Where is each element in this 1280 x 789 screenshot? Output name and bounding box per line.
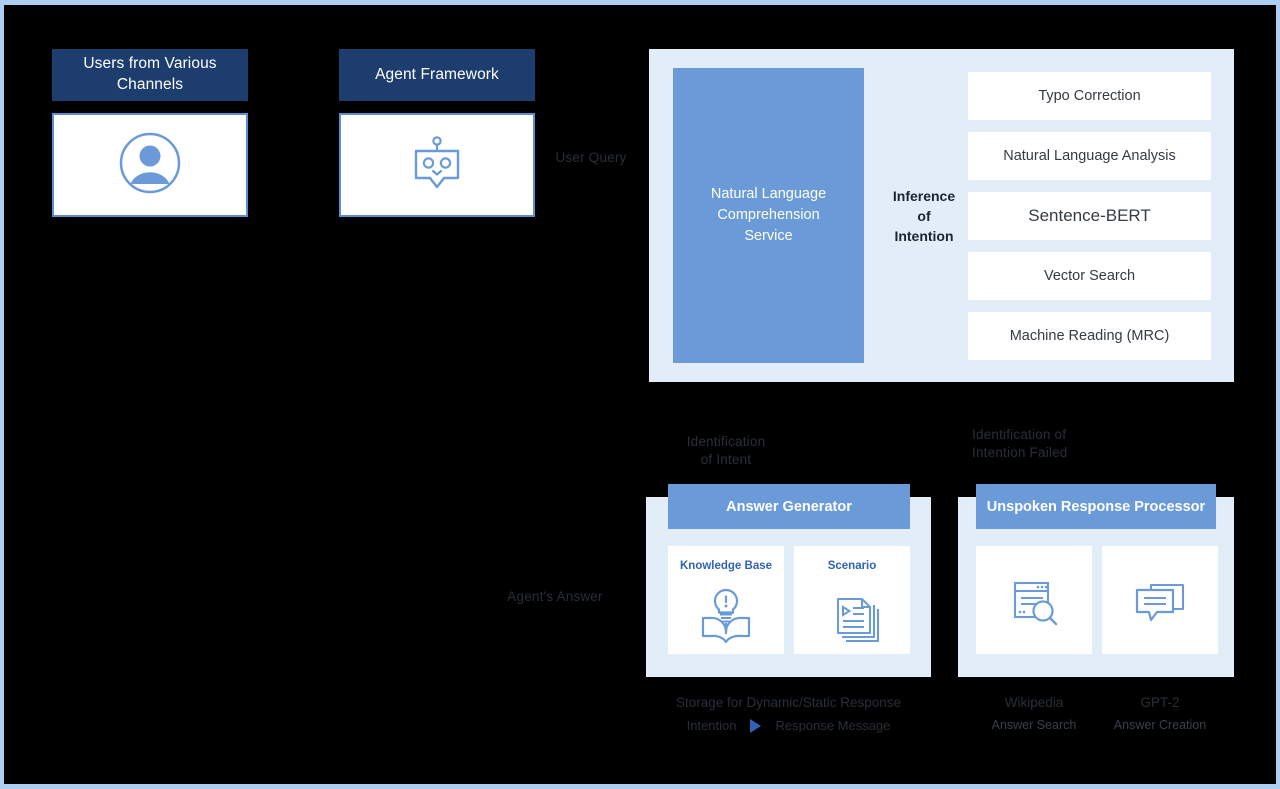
nlu-item-typo-correction[interactable]: Typo Correction — [968, 72, 1211, 120]
flow-label-identification-of-intent: Identification of Intent — [664, 415, 788, 470]
nlu-service-box: Natural Language Comprehension Service — [673, 68, 864, 363]
wikipedia-caption: Wikipedia — [970, 695, 1098, 710]
nlu-item-machine-reading[interactable]: Machine Reading (MRC) — [968, 312, 1211, 360]
tile-scenario[interactable]: Scenario — [794, 546, 910, 654]
agent-framework-card-title: Agent Framework — [375, 65, 499, 83]
document-search-icon — [976, 546, 1092, 654]
users-card-title: Users from Various Channels — [83, 55, 217, 93]
unspoken-response-processor-title: Unspoken Response Processor — [976, 484, 1216, 529]
flow-label-user-query: User Query — [535, 131, 647, 167]
answer-generator-caption: Storage for Dynamic/Static Response — [646, 695, 931, 710]
flow-label-identification-of-intent-text: Identification of Intent — [686, 434, 766, 468]
nlu-item-label: Typo Correction — [1038, 88, 1141, 104]
inference-of-intention-label: Inference of Intention — [877, 188, 971, 245]
gpt2-caption-text: GPT-2 — [1140, 695, 1180, 710]
gpt2-caption: GPT-2 — [1096, 695, 1224, 710]
chatbot-icon — [406, 132, 468, 199]
nlu-item-natural-language-analysis[interactable]: Natural Language Analysis — [968, 132, 1211, 180]
users-card-header: Users from Various Channels — [52, 49, 248, 101]
nlu-item-vector-search[interactable]: Vector Search — [968, 252, 1211, 300]
flow-label-identification-failed-text: Identification of Intention Failed — [972, 427, 1068, 461]
flow-label-agents-answer: Agent's Answer — [498, 570, 612, 606]
chat-bubbles-icon — [1102, 546, 1218, 654]
tile-gpt2[interactable] — [1102, 546, 1218, 654]
answer-generator-caption-text: Storage for Dynamic/Static Response — [675, 695, 902, 710]
user-avatar-icon — [119, 132, 181, 199]
tile-knowledge-base[interactable]: Knowledge Base — [668, 546, 784, 654]
nlu-item-label: Machine Reading (MRC) — [1009, 328, 1170, 344]
wikipedia-caption-text: Wikipedia — [1004, 695, 1064, 710]
triangle-right-icon — [750, 718, 762, 733]
nlu-item-label: Natural Language Analysis — [1003, 148, 1176, 164]
agent-framework-card-header: Agent Framework — [339, 49, 535, 101]
wikipedia-subcaption: Answer Search — [970, 718, 1098, 732]
document-stack-play-icon — [794, 572, 910, 654]
lightbulb-book-icon — [668, 572, 784, 654]
tile-knowledge-base-label: Knowledge Base — [679, 560, 773, 572]
tile-scenario-label: Scenario — [827, 560, 877, 572]
gpt2-subcaption: Answer Creation — [1096, 718, 1224, 732]
nlu-service-label: Natural Language Comprehension Service — [710, 185, 827, 244]
users-card-body — [52, 113, 248, 217]
answer-generator-title: Answer Generator — [668, 484, 910, 529]
unspoken-response-processor-title-text: Unspoken Response Processor — [986, 498, 1206, 515]
nlu-panel: Natural Language Comprehension Service I… — [649, 49, 1234, 382]
tile-wikipedia[interactable] — [976, 546, 1092, 654]
diagram-canvas: Users from Various Channels Agent Framew… — [0, 0, 1280, 789]
nlu-item-label: Sentence-BERT — [1028, 206, 1151, 225]
gpt2-subcaption-text: Answer Creation — [1113, 718, 1207, 732]
nlu-item-sentence-bert[interactable]: Sentence-BERT — [968, 192, 1211, 240]
inference-of-intention-text: Inference of Intention — [892, 187, 956, 245]
flow-label-agents-answer-text: Agent's Answer — [507, 589, 603, 605]
flow-label-identification-failed: Identification of Intention Failed — [972, 408, 1132, 463]
mapping-to-label: Response Message — [775, 718, 891, 733]
answer-generator-title-text: Answer Generator — [726, 498, 852, 515]
flow-label-user-query-text: User Query — [555, 150, 627, 166]
mapping-from-label: Intention — [686, 718, 737, 733]
wikipedia-subcaption-text: Answer Search — [991, 718, 1077, 732]
answer-generator-mapping: Intention Response Message — [646, 718, 931, 733]
agent-framework-card-body — [339, 113, 535, 217]
nlu-item-label: Vector Search — [1043, 268, 1136, 284]
